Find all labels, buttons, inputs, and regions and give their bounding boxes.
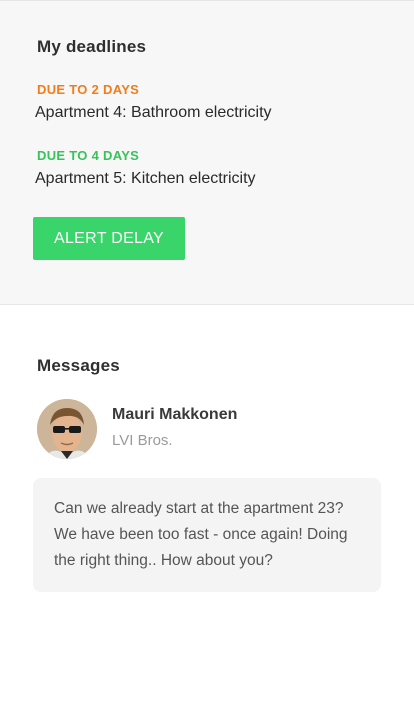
deadline-task[interactable]: Apartment 5: Kitchen electricity (35, 170, 256, 188)
alert-delay-button[interactable]: ALERT DELAY (33, 217, 185, 260)
deadline-due-label: DUE TO 2 DAYS (37, 82, 140, 97)
deadlines-title: My deadlines (37, 37, 147, 56)
avatar[interactable] (37, 399, 97, 459)
deadline-task[interactable]: Apartment 4: Bathroom electricity (35, 104, 272, 122)
message-sender-name[interactable]: Mauri Makkonen (112, 406, 237, 424)
message-bubble[interactable]: Can we already start at the apartment 23… (33, 478, 381, 592)
deadline-due-label: DUE TO 4 DAYS (37, 148, 140, 163)
avatar-photo-icon (37, 399, 97, 459)
message-sender-company: LVI Bros. (112, 432, 173, 449)
deadlines-section: My deadlines DUE TO 2 DAYS Apartment 4: … (0, 0, 414, 305)
messages-title: Messages (37, 356, 120, 375)
